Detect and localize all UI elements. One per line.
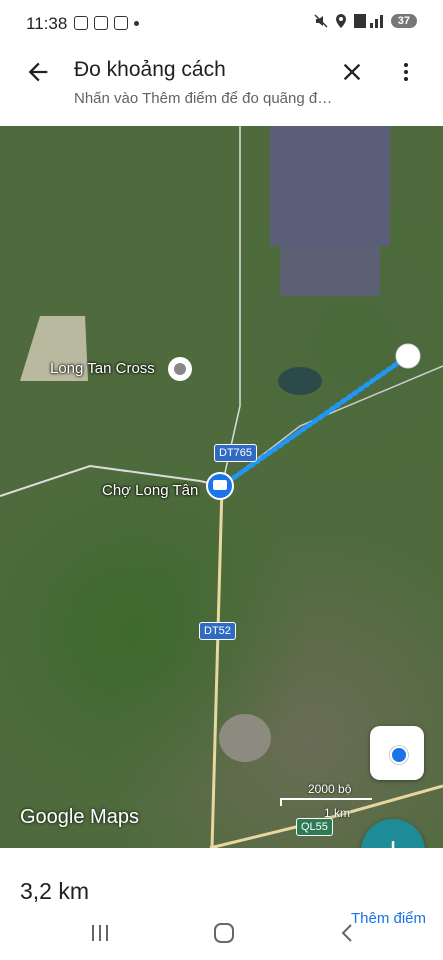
solar-farm-south — [280, 246, 380, 296]
back-nav-icon[interactable] — [336, 922, 360, 944]
notification-dot-icon — [134, 20, 139, 26]
route-shield-dt52: DT52 — [199, 622, 236, 640]
shopping-cart-glyph — [213, 480, 227, 490]
scale-km: 1 km — [324, 806, 351, 820]
mute-icon — [314, 14, 328, 28]
my-location-button[interactable] — [370, 726, 424, 780]
status-bar: 11:38 37 — [0, 0, 443, 46]
bottom-panel: 3,2 km Thêm điểm — [0, 848, 443, 960]
recents-icon[interactable] — [88, 922, 112, 944]
place-label-cross[interactable]: Long Tan Cross — [50, 360, 155, 377]
measure-point[interactable] — [395, 343, 421, 369]
app-icon — [114, 16, 128, 30]
location-icon — [335, 14, 346, 28]
status-left-icons — [74, 16, 139, 30]
map-scale: 2000 bộ 1 km — [280, 782, 372, 820]
my-location-icon — [390, 746, 408, 764]
signal-icon — [353, 14, 383, 28]
pond — [278, 367, 322, 395]
back-arrow-icon[interactable] — [24, 58, 52, 86]
solar-farm — [270, 126, 390, 246]
page-title: Đo khoảng cách — [74, 58, 226, 81]
total-distance: 3,2 km — [20, 878, 90, 904]
battery-badge: 37 — [390, 14, 417, 28]
road-north — [221, 126, 241, 487]
home-icon[interactable] — [212, 922, 236, 944]
more-options-icon[interactable] — [394, 58, 418, 86]
screenshot-icon — [74, 16, 88, 30]
road-east — [221, 365, 443, 487]
place-marker-center — [174, 363, 186, 375]
status-time: 11:38 — [26, 14, 68, 33]
google-maps-logo: Google Maps — [20, 806, 139, 828]
status-right-icons: 37 — [314, 14, 417, 28]
app-bar: Đo khoảng cách Nhấn vào Thêm điểm để đo … — [0, 46, 443, 126]
road-dt52 — [210, 485, 224, 848]
page-subtitle: Nhấn vào Thêm điểm để đo quãng đường — [74, 90, 334, 107]
route-shield-dt765: DT765 — [214, 444, 258, 462]
place-label-market[interactable]: Chợ Long Tân — [102, 482, 198, 499]
scale-bar — [280, 798, 372, 806]
scale-ft: 2000 bộ — [308, 782, 352, 796]
add-point-button[interactable]: Thêm điểm — [351, 910, 426, 927]
satellite-map[interactable]: Long Tan Cross Chợ Long Tân DT765 DT52 Q… — [0, 126, 443, 848]
route-shield-ql55: QL55 — [296, 818, 333, 836]
quarry-pit — [219, 714, 271, 762]
close-icon[interactable] — [338, 58, 366, 86]
zalo-icon — [94, 16, 108, 30]
